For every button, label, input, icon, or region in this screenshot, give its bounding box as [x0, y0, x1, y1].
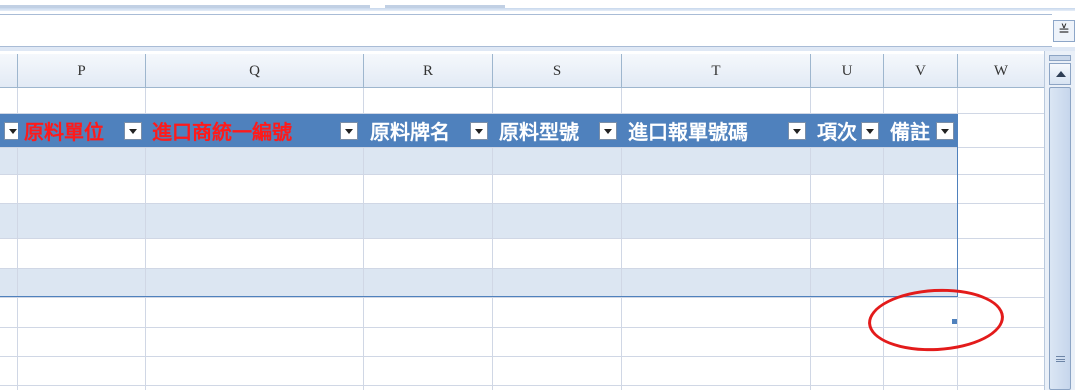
row-gridline	[0, 203, 1044, 204]
filter-dropdown-icon[interactable]	[936, 121, 954, 140]
table-header-label: 原料單位	[24, 122, 104, 144]
filter-dropdown-icon[interactable]	[470, 121, 488, 140]
row-gridline	[0, 174, 1044, 175]
table-header-label: 備註	[890, 122, 930, 144]
row-gridline	[0, 297, 1044, 298]
column-header-t[interactable]: T	[622, 54, 811, 88]
table-header-cell[interactable]: 原料牌名	[364, 114, 493, 147]
table-header-label: 原料型號	[499, 122, 579, 144]
row-gridline	[0, 147, 1044, 148]
formula-bar-separator	[0, 47, 1075, 51]
table-header-cell[interactable]: 原料型號	[493, 114, 622, 147]
row-gridline	[0, 385, 1044, 386]
grip-icon	[1056, 356, 1065, 362]
filter-dropdown-icon[interactable]	[599, 121, 617, 140]
column-header-p[interactable]: P	[18, 54, 146, 88]
expand-formula-bar-button[interactable]: ≚	[1053, 20, 1075, 42]
column-header-u[interactable]: U	[811, 54, 884, 88]
table-header-label: 進口報單號碼	[628, 122, 748, 144]
column-header-q[interactable]: Q	[146, 54, 364, 88]
table-band-row	[0, 203, 958, 238]
column-header-row: P Q R S T U V W	[0, 54, 1044, 88]
row-gridline	[0, 238, 1044, 239]
table-right-border	[957, 114, 958, 297]
filter-dropdown-icon[interactable]	[340, 121, 358, 140]
table-header-cell[interactable]: 項次	[811, 114, 884, 147]
table-band-row	[0, 147, 958, 175]
ribbon-divider	[0, 8, 1075, 11]
column-header-w[interactable]: W	[958, 54, 1044, 88]
split-box[interactable]	[1049, 55, 1071, 61]
column-header-s[interactable]: S	[493, 54, 622, 88]
table-band-row	[0, 268, 958, 297]
filter-dropdown-icon[interactable]	[4, 121, 18, 140]
column-header-v[interactable]: V	[884, 54, 958, 88]
filter-dropdown-icon[interactable]	[788, 121, 806, 140]
table-header-label: 原料牌名	[370, 122, 450, 144]
scrollbar-thumb[interactable]	[1049, 87, 1071, 390]
vertical-scrollbar[interactable]	[1044, 51, 1075, 390]
table-header-label: 項次	[817, 122, 857, 144]
table-header-label: 進口商統一編號	[152, 122, 292, 144]
filter-dropdown-icon[interactable]	[124, 121, 142, 140]
table-bottom-border	[0, 296, 958, 297]
column-header-partial[interactable]	[0, 54, 18, 88]
formula-bar[interactable]	[0, 14, 1052, 47]
row-gridline	[0, 356, 1044, 357]
table-header-cell[interactable]: 原料單位	[18, 114, 146, 147]
worksheet-grid[interactable]: 原料單位 進口商統一編號 原料牌名 原料型號 進口報單號碼 項次 備註	[0, 88, 1044, 390]
column-header-r[interactable]: R	[364, 54, 493, 88]
filter-dropdown-icon[interactable]	[861, 121, 879, 140]
table-header-cell[interactable]: 進口報單號碼	[622, 114, 811, 147]
table-header-cell[interactable]: 進口商統一編號	[146, 114, 364, 147]
table-header-row: 原料單位 進口商統一編號 原料牌名 原料型號 進口報單號碼 項次 備註	[0, 114, 958, 147]
table-header-cell-partial[interactable]	[0, 114, 18, 147]
table-header-cell[interactable]: 備註	[884, 114, 958, 147]
scroll-up-arrow-icon[interactable]	[1049, 63, 1071, 85]
row-gridline	[0, 268, 1044, 269]
